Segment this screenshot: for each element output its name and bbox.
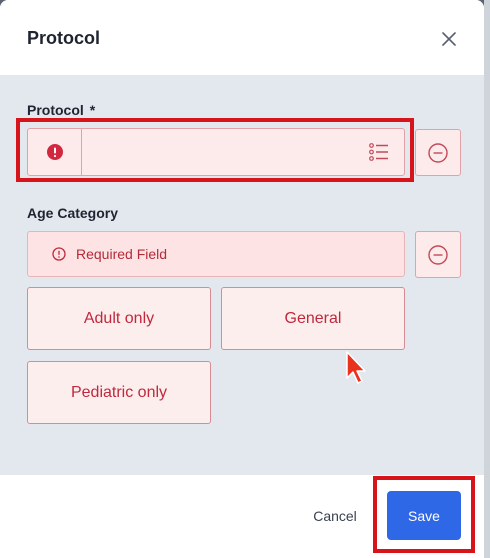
save-button[interactable]: Save	[387, 491, 461, 540]
option-general[interactable]: General	[221, 287, 405, 350]
age-category-label: Age Category	[27, 205, 119, 221]
age-category-remove-button[interactable]	[415, 231, 461, 278]
protocol-label: Protocol *	[27, 102, 96, 118]
minus-circle-icon	[428, 142, 448, 163]
protocol-error-indicator	[28, 129, 82, 175]
close-icon	[442, 32, 456, 46]
close-button[interactable]	[438, 28, 460, 50]
age-category-error: Required Field	[27, 231, 405, 277]
required-field-text: Required Field	[76, 246, 168, 262]
cancel-button[interactable]: Cancel	[300, 505, 370, 527]
protocol-field[interactable]	[27, 128, 405, 176]
mouse-cursor-icon	[346, 351, 366, 384]
protocol-remove-button[interactable]	[415, 129, 461, 176]
protocol-list-button[interactable]	[354, 129, 404, 175]
error-filled-icon	[46, 144, 63, 160]
protocol-dialog: Protocol Protocol * Age Category Require…	[0, 0, 484, 558]
option-pediatric-only[interactable]: Pediatric only	[27, 361, 211, 424]
minus-circle-icon	[428, 244, 448, 265]
list-icon	[369, 143, 388, 161]
dialog-header: Protocol	[0, 0, 484, 76]
required-marker: *	[89, 102, 96, 118]
alert-circle-icon	[52, 247, 66, 261]
protocol-input[interactable]	[82, 129, 354, 175]
backdrop	[484, 0, 490, 558]
option-adult-only[interactable]: Adult only	[27, 287, 211, 350]
dialog-title: Protocol	[27, 28, 101, 48]
